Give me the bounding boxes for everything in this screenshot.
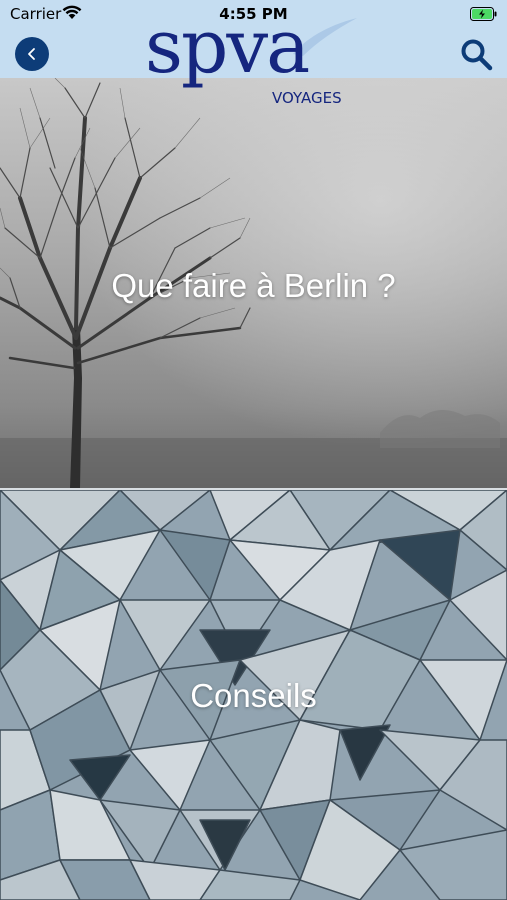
tile-berlin[interactable]: Que faire à Berlin ? bbox=[0, 78, 507, 488]
logo-sub: VOYAGES bbox=[272, 89, 342, 107]
logo-word: spva bbox=[145, 4, 310, 90]
search-button[interactable] bbox=[458, 36, 494, 72]
search-icon bbox=[461, 39, 493, 71]
chevron-left-icon bbox=[28, 48, 35, 60]
battery-charging-icon bbox=[470, 6, 498, 25]
back-button[interactable] bbox=[15, 37, 49, 71]
tile-conseils[interactable]: Conseils bbox=[0, 490, 507, 900]
spva-voyages-logo: spva VOYAGES bbox=[145, 10, 365, 113]
tile-conseils-label: Conseils bbox=[190, 677, 317, 714]
tile-berlin-label: Que faire à Berlin ? bbox=[111, 267, 396, 304]
